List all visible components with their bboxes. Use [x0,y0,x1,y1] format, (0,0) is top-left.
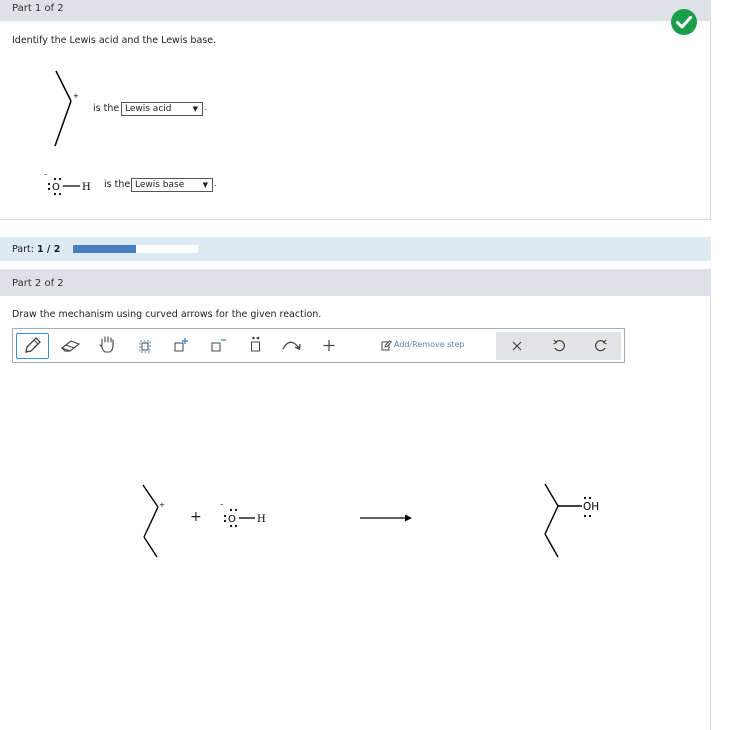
add-remove-step-label: Add/Remove step [394,340,465,349]
negative-charge-tool-button[interactable] [208,333,232,359]
undo-button[interactable] [548,334,570,358]
action-buttons-group [496,332,621,360]
row1-period: . [204,103,207,112]
lewis-base-select-value: Lewis base [135,180,185,190]
select-box-icon [139,340,151,353]
row1-is-the: is the [93,103,120,114]
product-alcohol: OH [544,483,599,558]
lewis-acid-select[interactable]: Lewis acid ▼ [121,102,203,116]
reactant-oxygen-label: O [228,514,236,525]
pencil-icon [25,337,41,353]
lewis-base-select[interactable]: Lewis base ▼ [131,178,213,192]
complete-check-icon [670,8,698,36]
positive-charge-icon [174,338,188,352]
plus-icon [323,340,335,351]
part2-instruction: Draw the mechanism using curved arrows f… [12,309,322,320]
oxygen-label: O [52,182,60,193]
redo-button[interactable] [590,334,612,358]
eraser-tool-button[interactable] [59,333,83,359]
add-remove-step-button[interactable]: Add/Remove step [381,333,465,359]
progress-bar [73,245,198,253]
progress-value: 1 / 2 [37,244,61,255]
progress-bar-fill [73,245,136,253]
progress-label: Part: [12,244,34,255]
lone-pair-tool-button[interactable] [245,333,267,359]
clear-icon [512,341,522,351]
part1-bottom-border [0,219,712,220]
drawing-toolbar: Add/Remove step [12,328,625,363]
dropdown-arrow-icon: ▼ [202,181,208,189]
lone-pair-icon [251,336,260,352]
part1-header: Part 1 of 2 [0,0,711,21]
part1-header-text: Part 1 of 2 [12,3,64,14]
part2-right-border [710,296,711,730]
carbocation-charge: + [73,92,79,100]
reaction-arrow [360,514,412,522]
negative-charge-icon [211,339,226,352]
reactant-hydroxide: – O H [220,500,266,528]
hand-icon [99,336,114,353]
row2-is-the: is the [104,179,131,190]
curved-arrow-tool-button[interactable] [280,333,304,359]
redo-icon [595,339,607,352]
clear-button[interactable] [506,334,528,358]
part1-instruction: Identify the Lewis acid and the Lewis ba… [12,35,217,46]
lewis-acid-select-value: Lewis acid [125,104,172,114]
progress-section: Part: 1 / 2 [0,237,711,261]
hydrogen-label: H [82,182,91,193]
reactant-carbocation: + [142,484,165,558]
reactant-hydroxide-charge: – [220,500,224,508]
hydroxide-charge: – [44,170,48,178]
curved-arrow-icon [282,341,301,350]
plus-tool-button[interactable] [318,333,340,359]
drawing-canvas[interactable]: + + – O H OH [12,364,625,730]
edit-icon [381,340,392,351]
reactant-hydrogen-label: H [257,514,266,525]
positive-charge-tool-button[interactable] [171,333,195,359]
pencil-tool-button[interactable] [16,333,49,359]
row2-period: . [214,179,217,188]
eraser-icon [60,340,81,352]
product-oh-label: OH [583,501,599,513]
part2-header: Part 2 of 2 [0,269,711,296]
hydroxide-structure: – O H [44,170,91,196]
reaction-plus-sign: + [190,509,202,525]
progress-text: Part: 1 / 2 [12,244,60,255]
select-tool-button[interactable] [135,333,157,359]
part2-header-text: Part 2 of 2 [12,278,64,289]
reactant-carbocation-charge: + [159,501,165,509]
hand-tool-button[interactable] [97,333,119,359]
part1-right-border [710,21,711,220]
dropdown-arrow-icon: ▼ [192,105,198,113]
carbocation-structure: + [54,70,79,147]
undo-icon [553,339,565,352]
